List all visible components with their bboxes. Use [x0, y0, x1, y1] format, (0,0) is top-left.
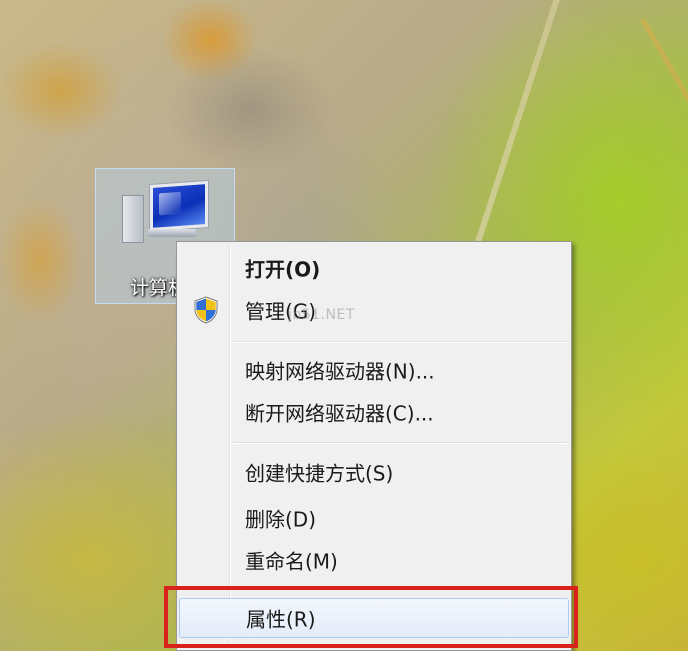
watermark: jb51.NET — [288, 307, 355, 323]
menu-item-open[interactable]: 打开(O) — [179, 248, 569, 288]
uac-shield-icon — [194, 296, 218, 324]
menu-item-create-shortcut[interactable]: 创建快捷方式(S) — [179, 452, 569, 492]
menu-separator — [233, 341, 567, 343]
menu-item-label: 创建快捷方式(S) — [245, 461, 394, 486]
menu-item-label: 打开(O) — [245, 257, 321, 282]
menu-item-label: 映射网络驱动器(N)... — [245, 359, 435, 384]
wallpaper-decoration — [640, 17, 688, 142]
computer-tower-icon — [122, 195, 144, 243]
menu-item-delete[interactable]: 删除(D) — [179, 498, 569, 538]
menu-item-map-network-drive[interactable]: 映射网络驱动器(N)... — [179, 350, 569, 390]
menu-item-rename[interactable]: 重命名(M) — [179, 540, 569, 580]
computer-icon — [144, 180, 208, 232]
menu-separator — [233, 442, 567, 444]
menu-item-label: 删除(D) — [245, 507, 317, 532]
menu-item-manage[interactable]: 管理(G) — [179, 290, 569, 330]
menu-item-label: 重命名(M) — [245, 549, 338, 574]
annotation-highlight-box — [164, 586, 578, 648]
menu-item-disconnect-network-drive[interactable]: 断开网络驱动器(C)... — [179, 392, 569, 432]
desktop: 计算机 打开(O) 管理(G) 映射网络驱动器(N)... 断开网络驱动器(C)… — [0, 0, 688, 651]
menu-item-label: 断开网络驱动器(C)... — [245, 401, 434, 426]
